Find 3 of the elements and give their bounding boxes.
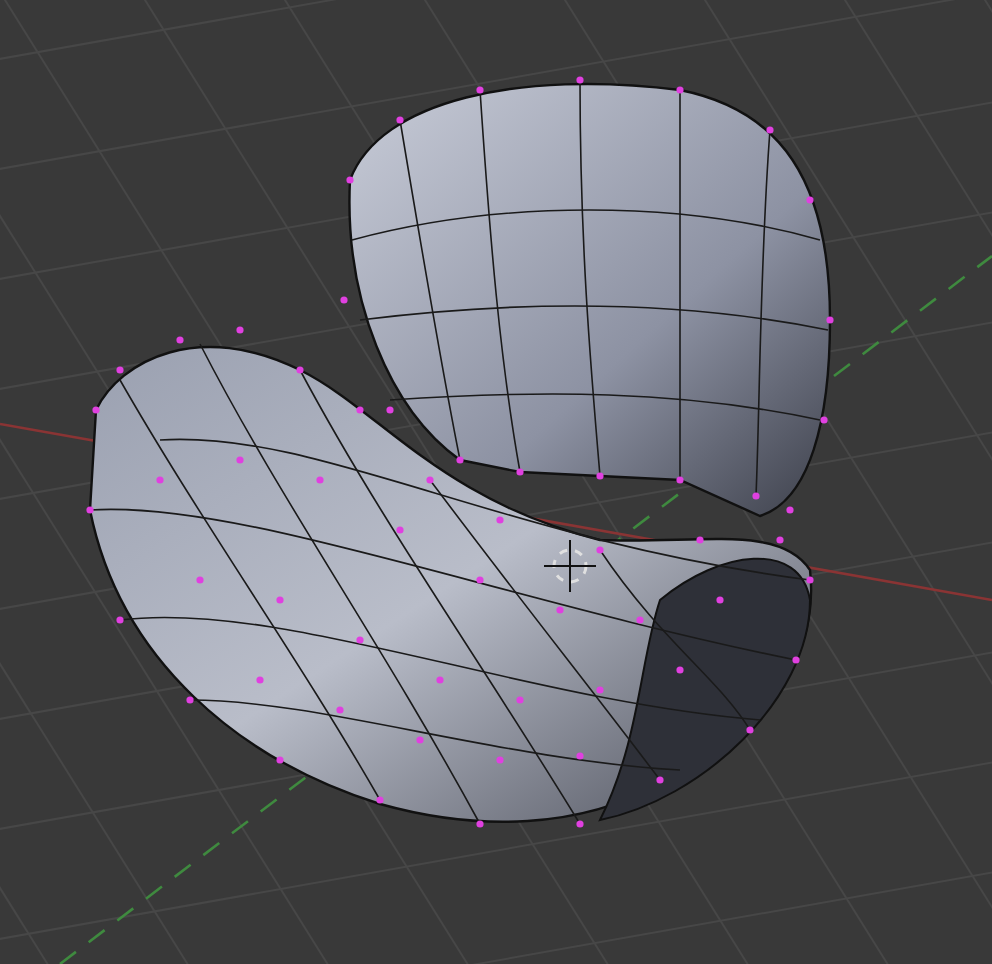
crosshair-cursor-icon [543, 539, 597, 593]
chair-mesh-drawing[interactable] [86, 76, 834, 828]
viewport[interactable] [0, 0, 992, 964]
